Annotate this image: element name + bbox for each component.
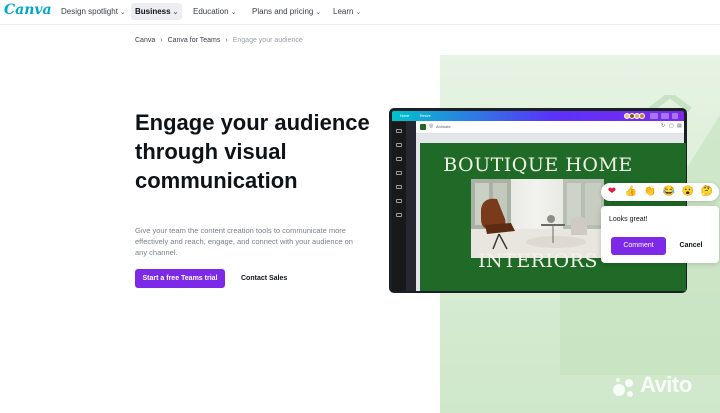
editor-side-panel [406,121,416,291]
chevron-down-icon: ⌄ [119,9,126,16]
color-swatch[interactable] [420,124,426,130]
nav-learn[interactable]: Learn ⌄ [329,3,365,20]
nav-design-spotlight[interactable]: Design spotlight ⌄ [57,3,130,20]
editor-chart-button[interactable] [650,113,658,119]
editor-topbar: Home Resize [392,111,684,121]
chevron-down-icon: ⌄ [172,9,179,16]
chevron-down-icon: ⌄ [230,9,237,16]
chevron-down-icon: ⌄ [355,9,362,16]
nav-label: Business [135,7,171,16]
avatar [639,113,645,119]
comment-text: Looks great! [609,216,648,223]
reactions-bar: ❤ 👍 👏 😂 😮 🤔 [601,183,719,201]
comment-button[interactable]: Comment [611,237,666,255]
canva-logo[interactable]: Canva [4,2,52,18]
breadcrumb-canva[interactable]: Canva [135,37,155,44]
breadcrumb-separator: › [225,37,228,44]
breadcrumb-current: Engage your audience [232,37,303,44]
chevron-down-icon: ⌄ [315,9,322,16]
hero-description: Give your team the content creation tool… [135,226,353,257]
nav-label: Education [193,7,229,16]
editor-toolbar: ◎ Animate ↻ ▢ ▤ [416,121,684,134]
start-teams-trial-button[interactable]: Start a free Teams trial [135,269,225,288]
breadcrumb-canva-for-teams[interactable]: Canva for Teams [168,37,221,44]
nav-education[interactable]: Education ⌄ [189,3,240,20]
cancel-button[interactable]: Cancel [671,237,711,255]
copy-icon[interactable]: ▢ [669,123,674,129]
breadcrumb: Canva › Canva for Teams › Engage your audien… [135,37,303,44]
rotate-icon[interactable]: ↻ [661,123,665,129]
nav-label: Learn [333,7,354,16]
brand-icon[interactable] [396,185,402,189]
template-icon[interactable] [396,129,402,133]
elements-icon[interactable] [396,143,402,147]
nav-label: Design spotlight [61,7,118,16]
folder-icon[interactable] [396,199,402,203]
editor-share-button[interactable] [661,113,669,119]
watermark-text: Avito [640,372,692,397]
trash-icon[interactable]: ▤ [677,123,682,129]
thumbs-up-icon[interactable]: 👍 [624,185,638,199]
uploads-icon[interactable] [396,157,402,161]
design-title[interactable]: BOUTIQUE HOME [420,154,656,176]
nav-divider [0,24,720,25]
apps-icon[interactable] [396,213,402,217]
surprised-icon[interactable]: 😮 [681,185,695,199]
laugh-icon[interactable]: 😂 [662,185,676,199]
avito-logo-icon [613,378,633,397]
hero-title: Engage your audience through visual comm… [135,110,370,193]
thinking-icon[interactable]: 🤔 [700,185,714,199]
animate-label[interactable]: Animate [436,124,451,129]
nav-label: Plans and pricing [252,7,314,16]
heart-icon[interactable]: ❤ [605,185,619,199]
contact-sales-button[interactable]: Contact Sales [235,269,293,288]
nav-business[interactable]: Business ⌄ [131,3,183,20]
interior-photo[interactable] [471,179,604,258]
editor-home-label[interactable]: Home [400,111,409,121]
nav-plans-pricing[interactable]: Plans and pricing ⌄ [248,3,325,20]
filter-icon[interactable]: ◎ [429,123,433,129]
clap-icon[interactable]: 👏 [643,185,657,199]
editor-more-button[interactable] [672,113,678,119]
breadcrumb-separator: › [160,37,163,44]
text-icon[interactable] [396,171,402,175]
editor-resize-label[interactable]: Resize [420,111,431,121]
top-nav: Canva Design spotlight ⌄ Business ⌄ Educat… [0,0,720,24]
